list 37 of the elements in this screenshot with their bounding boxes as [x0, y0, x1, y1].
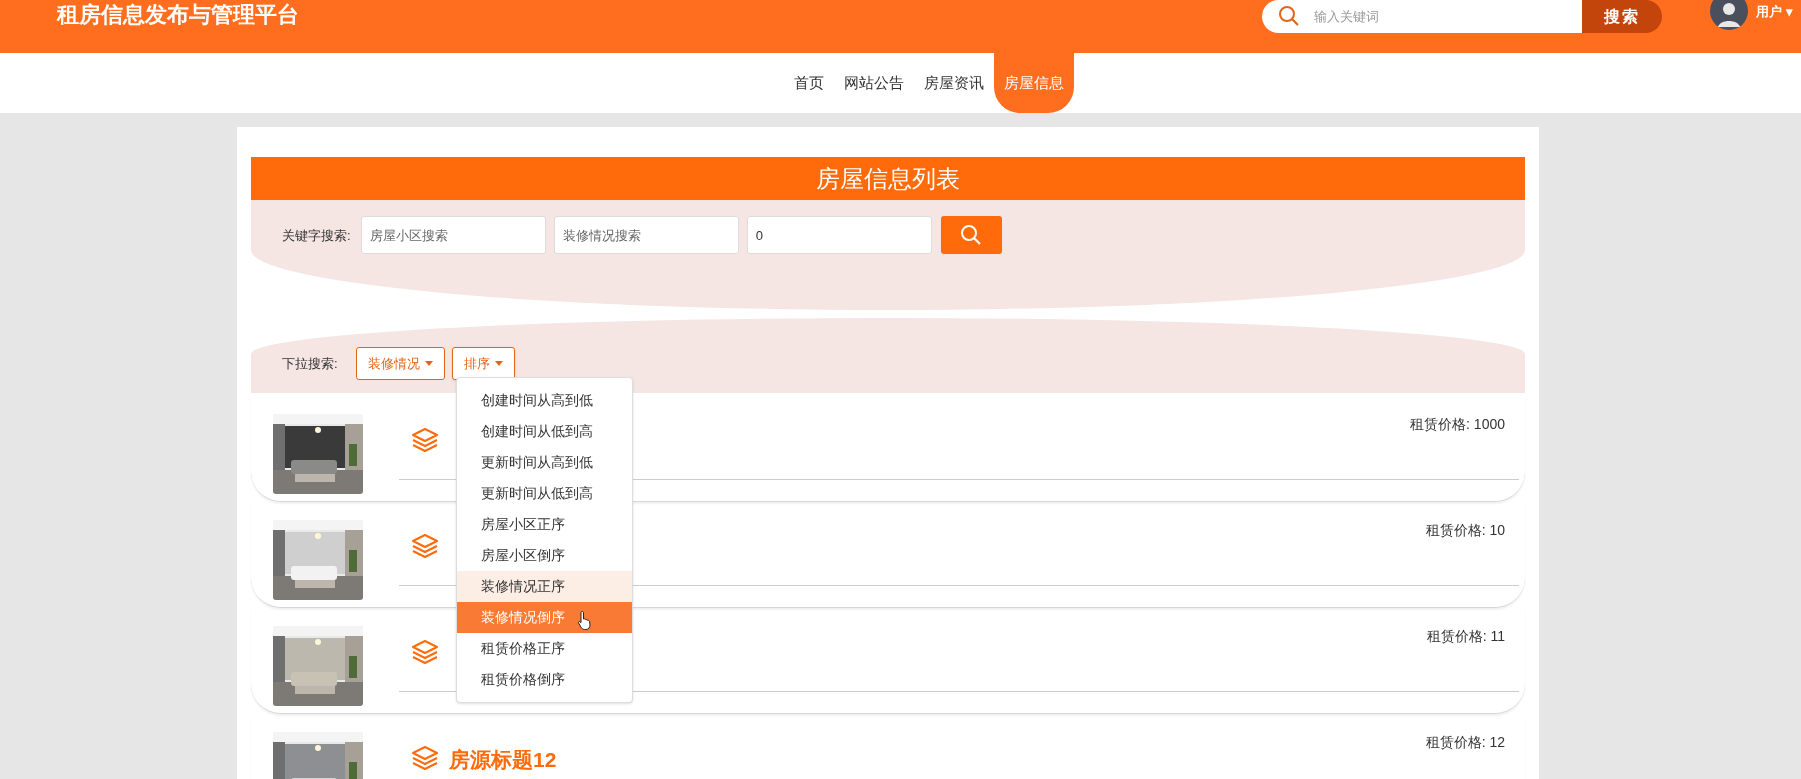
search-icon [960, 224, 983, 246]
nav-tab[interactable]: 网站公告 [834, 53, 914, 113]
layers-icon [411, 745, 439, 771]
menu-item[interactable]: 创建时间从高到低 [457, 385, 632, 416]
nav-tab[interactable]: 房屋资讯 [914, 53, 994, 113]
keyword-search-label: 关键字搜索: [282, 227, 351, 245]
site-title: 租房信息发布与管理平台 [57, 1, 299, 29]
price-label: 租赁价格: 11 [1426, 627, 1505, 646]
dropdown-button[interactable]: 装修情况 [355, 347, 445, 380]
menu-item[interactable]: 更新时间从低到高 [457, 478, 632, 509]
menu-item[interactable]: 租赁价格正序 [457, 633, 632, 664]
input-field[interactable]: 房屋小区搜索 [360, 216, 546, 254]
caret-icon [494, 361, 503, 366]
search-button[interactable] [940, 216, 1002, 254]
price-label: 租赁价格: 12 [1425, 733, 1505, 752]
search-button[interactable]: 搜索 [1582, 0, 1663, 33]
layers-icon [411, 427, 439, 453]
caret-icon [424, 361, 433, 366]
nav-tab[interactable]: 首页 [784, 53, 834, 113]
menu-item[interactable]: 房屋小区倒序 [457, 540, 632, 571]
avatar-icon[interactable] [1710, 0, 1749, 30]
layers-icon [411, 533, 439, 559]
search-icon [1278, 5, 1301, 27]
input-field[interactable]: 装修情况搜索 [553, 216, 739, 254]
menu-item[interactable]: 租赁价格倒序 [457, 664, 632, 695]
menu-item[interactable]: 房屋小区正序 [457, 509, 632, 540]
price-label: 租赁价格: 10 [1425, 521, 1505, 540]
layers-icon [411, 639, 439, 665]
menu-item[interactable]: 装修情况正序 [457, 571, 632, 602]
search-field[interactable]: 输入关键词 [1262, 0, 1583, 33]
menu-item[interactable]: 更新时间从高到低 [457, 447, 632, 478]
price-label: 租赁价格: 1000 [1410, 415, 1505, 434]
dropdown-search-label: 下拉搜索: [282, 354, 338, 373]
menu-item[interactable]: 创建时间从低到高 [457, 416, 632, 447]
list-title: 房屋信息列表 [251, 157, 1525, 200]
pointer-icon [577, 610, 593, 630]
input-field[interactable]: 0 [746, 216, 932, 254]
